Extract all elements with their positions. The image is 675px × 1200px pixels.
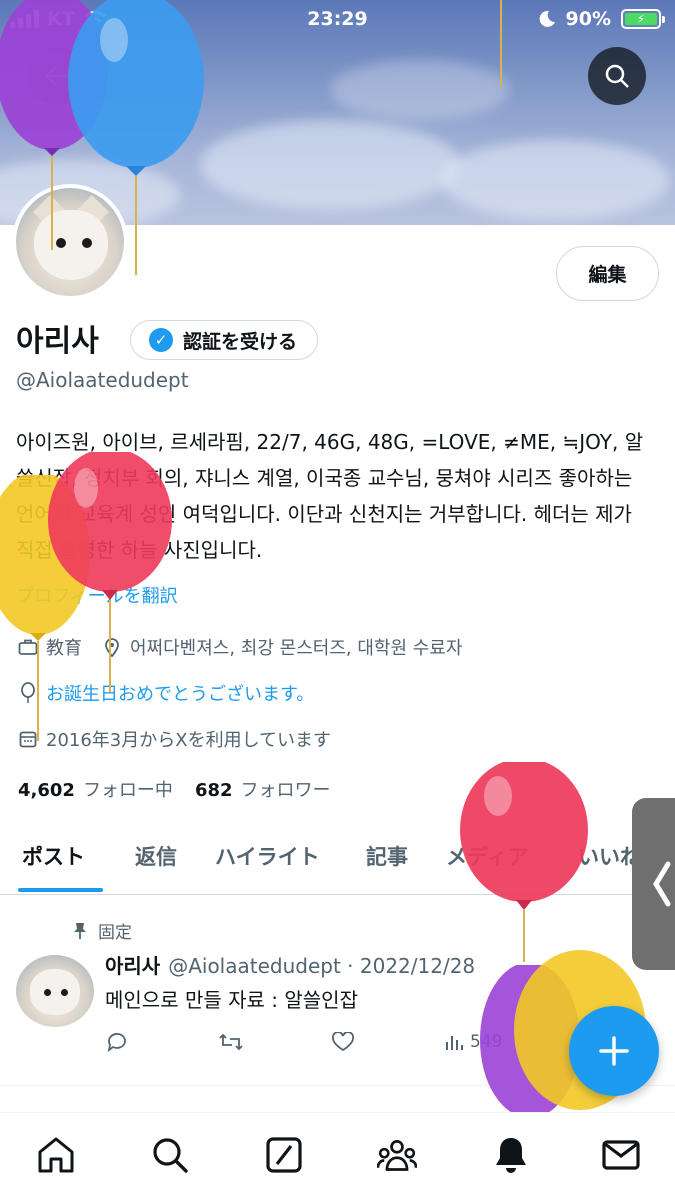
bottom-navigation — [0, 1112, 675, 1200]
post-author-name[interactable]: 아리사 — [105, 954, 160, 978]
people-icon — [377, 1140, 417, 1171]
post-header: 아리사 @Aiolaatedudept · 2022/12/28 — [105, 950, 475, 979]
post-text[interactable]: 메인으로 만들 자료 : 알쓸인잡 — [105, 984, 358, 1013]
following-label: フォロー中 — [82, 780, 173, 801]
profile-handle: @Aiolaatedudept — [16, 368, 189, 392]
active-tab-indicator — [18, 888, 103, 892]
post-divider — [0, 1085, 675, 1086]
tab-posts[interactable]: ポスト — [22, 841, 85, 871]
profile-meta-row-2: お誕生日おめでとうございます。 — [18, 680, 314, 706]
reply-button[interactable] — [106, 1032, 128, 1052]
arrow-left-icon — [45, 66, 67, 86]
birthday-message: お誕生日おめでとうございます。 — [46, 684, 315, 705]
battery-icon: ⚡ — [621, 9, 665, 29]
like-button[interactable] — [331, 1032, 355, 1052]
calendar-icon — [18, 729, 38, 749]
tab-highlights[interactable]: ハイライト — [215, 841, 320, 871]
briefcase-icon — [18, 637, 38, 657]
following-link[interactable]: 4,602 フォロー中 — [18, 776, 173, 802]
pinned-indicator: 固定 — [72, 918, 132, 943]
edit-profile-button[interactable]: 編集 — [556, 246, 659, 301]
get-verified-label: 認証を受ける — [183, 330, 298, 353]
views-count: 549 — [470, 1032, 503, 1052]
get-verified-button[interactable]: ✓ 認証を受ける — [130, 320, 319, 360]
profile-meta-row-1: 教育 어쩌다벤져스, 최강 몬스터즈, 대학원 수료자 — [18, 634, 462, 660]
home-icon — [38, 1137, 74, 1173]
post-handle-date: @Aiolaatedudept · 2022/12/28 — [168, 954, 476, 978]
views-chart-icon — [446, 1036, 463, 1050]
reply-icon — [107, 1033, 126, 1052]
moon-icon — [539, 10, 555, 27]
heart-icon — [331, 1032, 355, 1052]
status-bar: KT 23:29 90% ⚡ — [0, 0, 675, 40]
tab-replies[interactable]: 返信 — [135, 841, 177, 871]
location-icon — [102, 637, 122, 657]
verified-badge-icon: ✓ — [149, 328, 173, 352]
chevron-left-icon — [653, 861, 671, 907]
profile-name: 아리사 — [16, 324, 99, 359]
nav-home[interactable] — [36, 1135, 76, 1175]
follow-stats: 4,602 フォロー中 682 フォロワー — [18, 776, 331, 802]
followers-link[interactable]: 682 フォロワー — [195, 776, 331, 802]
compose-post-button[interactable] — [569, 1006, 659, 1096]
following-count: 4,602 — [18, 780, 75, 801]
nav-grok[interactable] — [264, 1135, 304, 1175]
pin-icon — [74, 922, 86, 939]
profile-tabs: ポスト 返信 ハイライト 記事 メディア いいね — [0, 825, 675, 895]
views-button[interactable]: 549 — [444, 1032, 502, 1052]
profile-avatar[interactable] — [12, 184, 128, 300]
bell-icon — [496, 1138, 526, 1173]
profile-category: 教育 — [46, 638, 82, 659]
battery-percent: 90% — [565, 8, 611, 30]
repost-button[interactable] — [218, 1032, 244, 1052]
nav-notifications[interactable] — [491, 1135, 531, 1175]
pinned-label: 固定 — [98, 923, 132, 943]
plus-icon — [599, 1036, 629, 1066]
grok-icon — [266, 1137, 302, 1173]
followers-label: フォロワー — [240, 780, 331, 801]
repost-icon — [219, 1033, 243, 1051]
joined-date: 2016年3月からXを利用しています — [46, 730, 332, 751]
nav-messages[interactable] — [601, 1135, 641, 1175]
post-author-avatar[interactable] — [16, 955, 94, 1027]
nav-communities[interactable] — [377, 1135, 417, 1175]
followers-count: 682 — [194, 780, 233, 801]
balloon-icon — [18, 682, 38, 703]
profile-location: 어쩌다벤져스, 최강 몬스터즈, 대학원 수료자 — [130, 638, 463, 659]
search-icon — [153, 1138, 188, 1173]
search-icon — [605, 64, 629, 88]
side-panel-handle[interactable] — [632, 798, 675, 970]
translate-profile-link[interactable]: プロフィールを翻訳 — [16, 582, 178, 608]
back-button[interactable] — [28, 47, 86, 105]
profile-bio: 아이즈원, 아이브, 르세라핌, 22/7, 46G, 48G, =LOVE, … — [16, 430, 644, 562]
search-button[interactable] — [588, 47, 646, 105]
nav-explore[interactable] — [150, 1135, 190, 1175]
profile-meta-row-3: 2016年3月からXを利用しています — [18, 726, 331, 752]
tab-articles[interactable]: 記事 — [366, 841, 408, 871]
tab-media[interactable]: メディア — [446, 841, 529, 871]
mail-icon — [602, 1140, 640, 1170]
